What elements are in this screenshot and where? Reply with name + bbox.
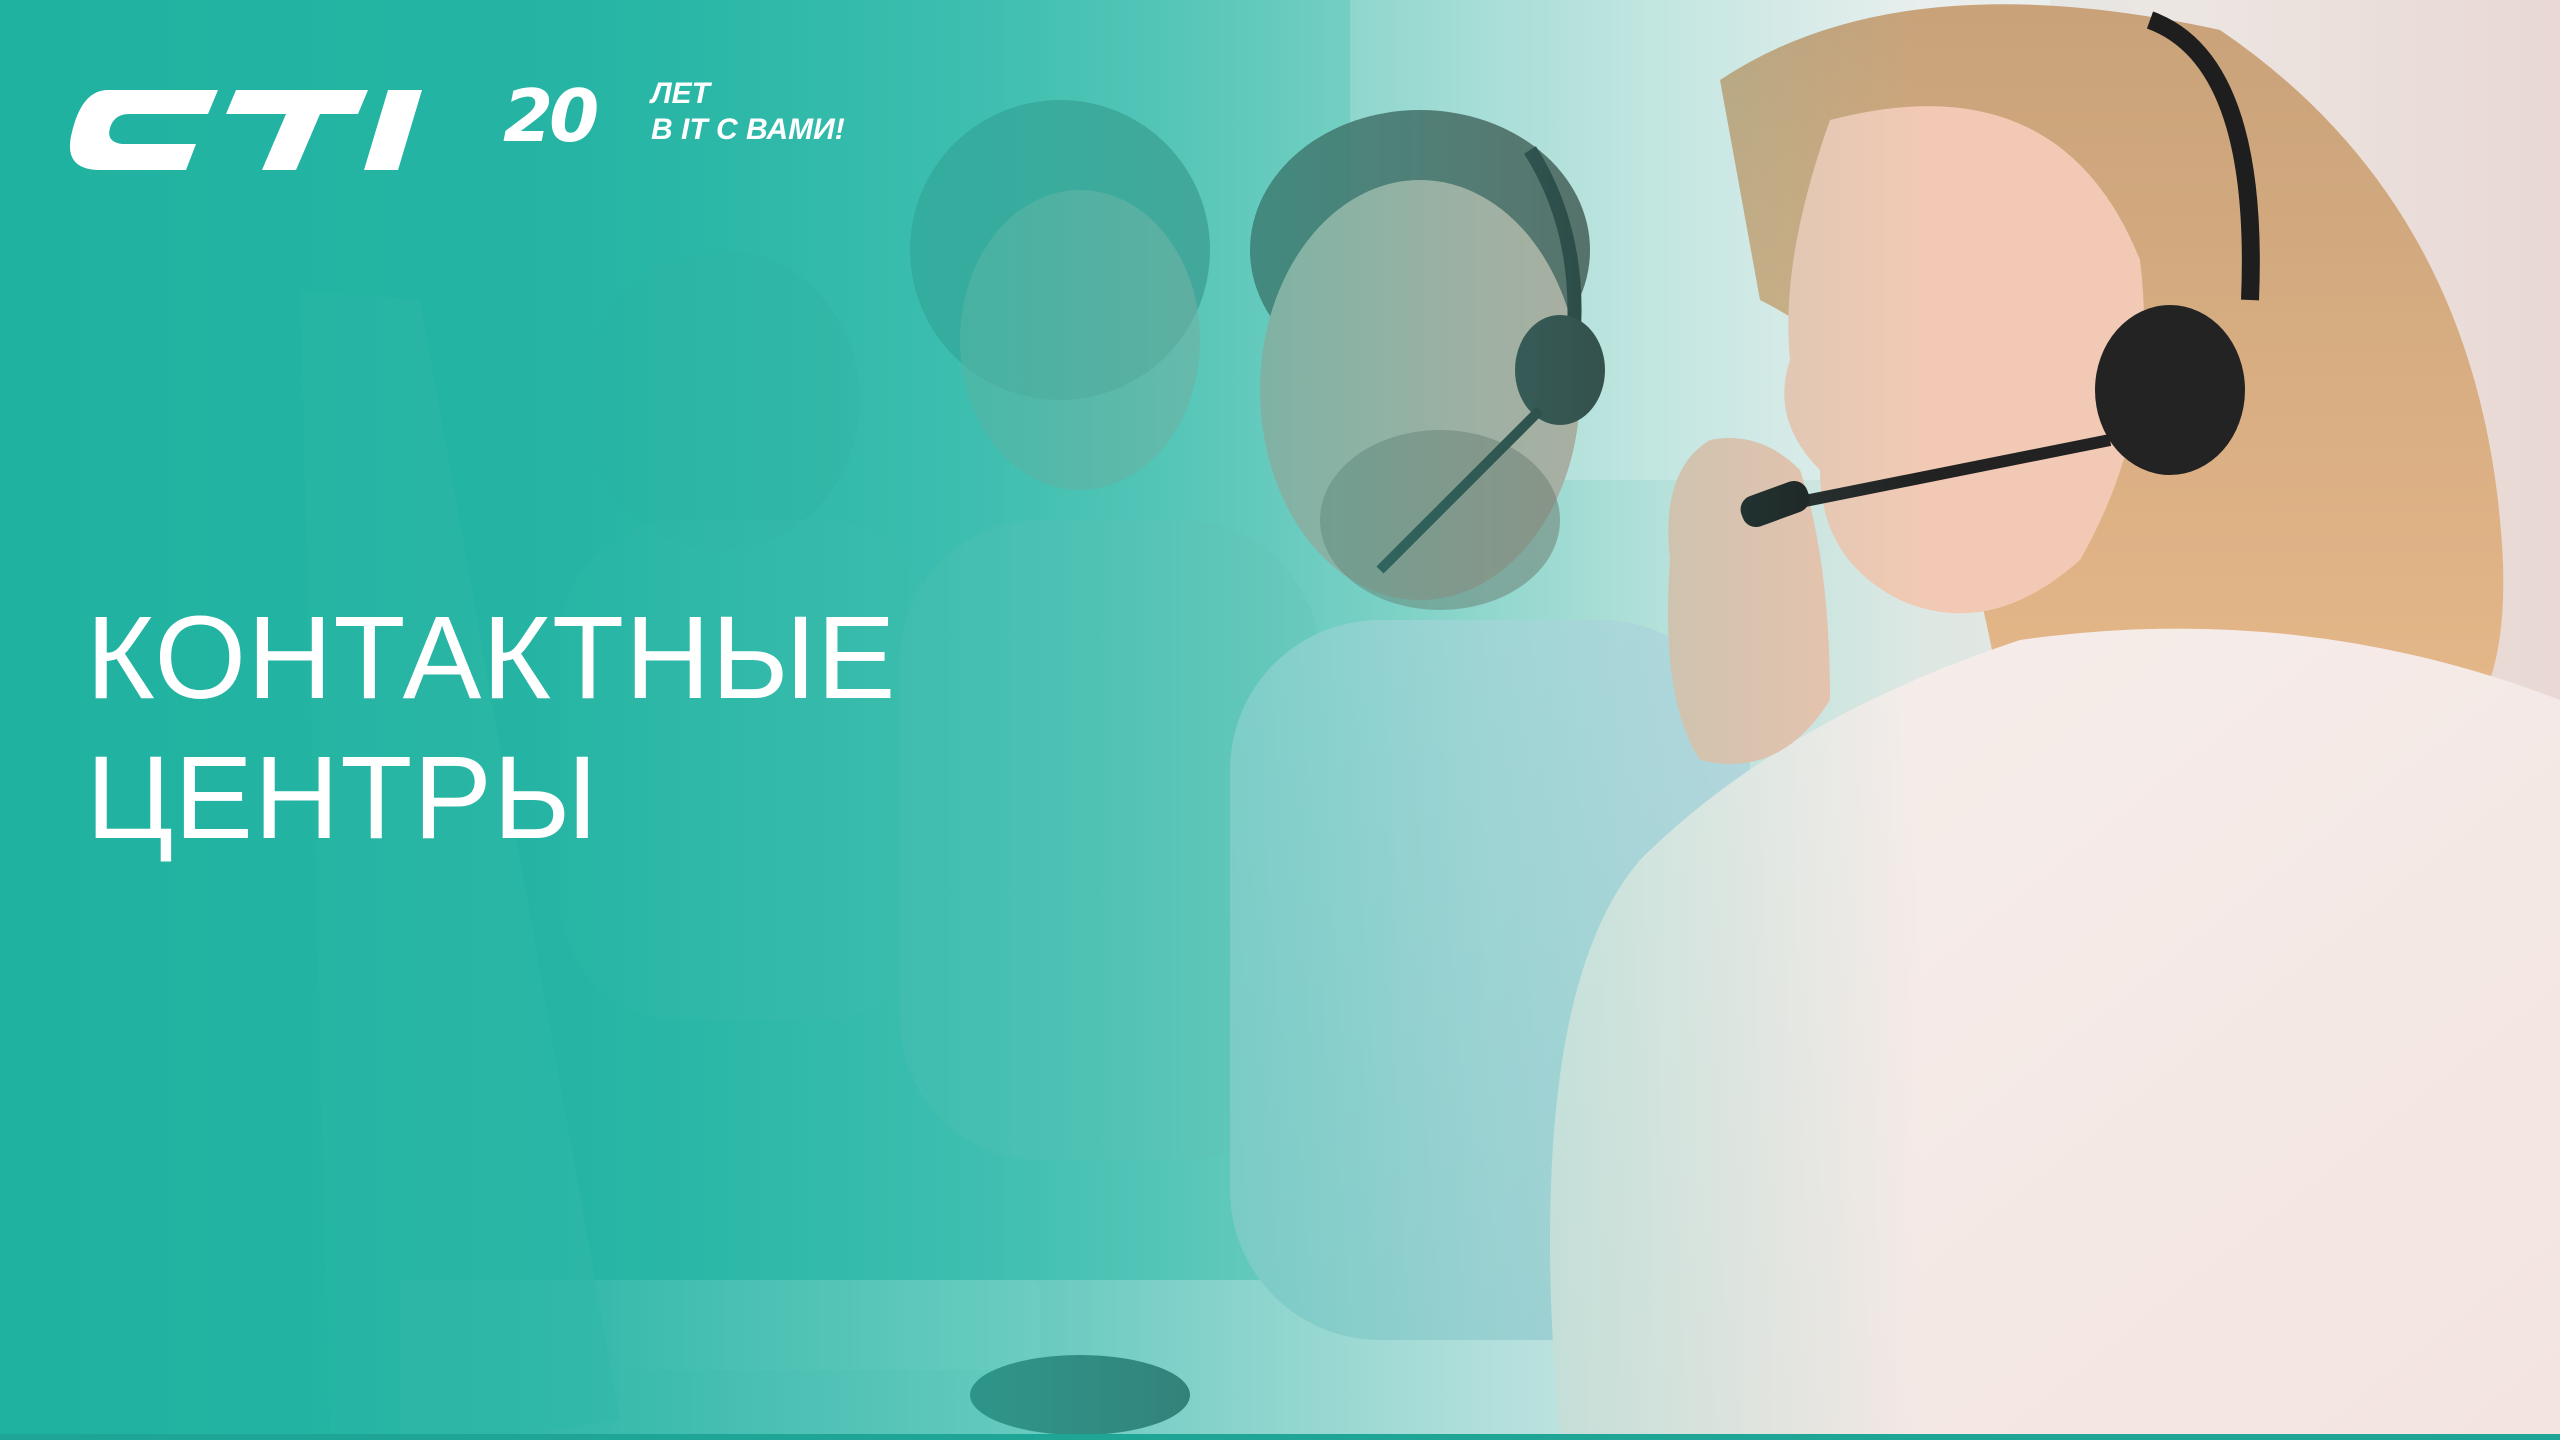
logo-tagline: В IT С ВАМИ!: [651, 113, 845, 146]
bottom-accent-bar: [0, 1434, 2560, 1440]
page-title: КОНТАКТНЫЕ ЦЕНТРЫ: [86, 588, 896, 868]
years-badge: 20: [503, 74, 599, 158]
hero-slide: 20 ЛЕТ В IT С ВАМИ! КОНТАКТНЫЕ ЦЕНТРЫ: [0, 0, 2560, 1440]
cti-logo[interactable]: 20 ЛЕТ В IT С ВАМИ!: [68, 70, 868, 200]
years-word: ЛЕТ: [651, 77, 710, 110]
cti-logo-mark: [69, 90, 422, 170]
title-line-2: ЦЕНТРЫ: [86, 732, 599, 864]
title-line-1: КОНТАКТНЫЕ: [86, 592, 897, 724]
